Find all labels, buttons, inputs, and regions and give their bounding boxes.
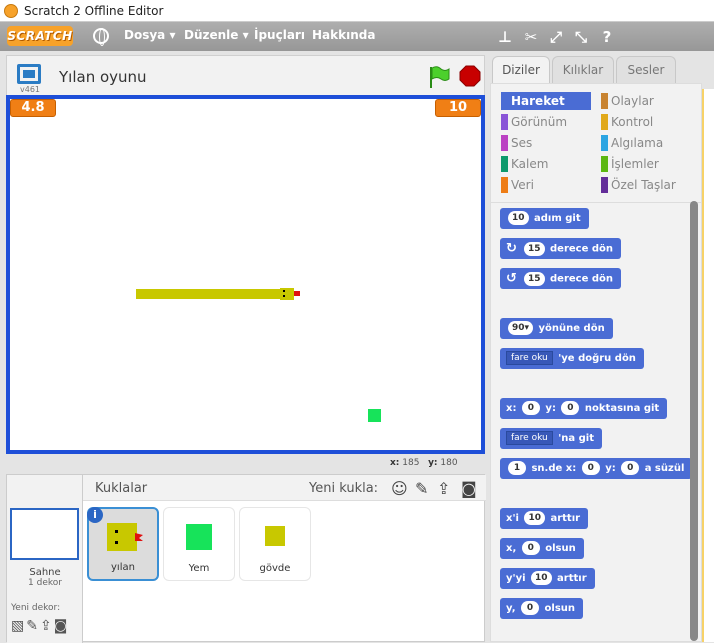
variable-monitor-right: 10 — [435, 99, 481, 117]
category-motion[interactable]: Hareket — [501, 92, 591, 110]
sprite-tile-yem[interactable]: Yem — [163, 507, 235, 581]
stage-header: v461 Yılan oyunu — [6, 55, 485, 95]
sprite-name: Yem — [188, 563, 210, 574]
block-point-direction[interactable]: 90▾ yönüne dön — [500, 318, 613, 339]
block-go-to[interactable]: fare oku 'na git — [500, 428, 602, 449]
stop-sign-icon[interactable] — [459, 65, 481, 87]
sprite-tile-govde[interactable]: gövde — [239, 507, 311, 581]
block-glide[interactable]: 1 sn.de x: 0 y: 0 a süzül — [500, 458, 693, 479]
blocks-pane: Diziler Kılıklar Sesler Hareket Görünüm … — [490, 51, 714, 642]
window-title: Scratch 2 Offline Editor — [24, 4, 164, 18]
sprites-header: Kuklalar Yeni kukla: ☺ ✎ ⇪ ◙ — [83, 475, 486, 501]
sprite-paint-icon[interactable]: ✎ — [415, 479, 428, 498]
green-flag-icon[interactable] — [427, 65, 451, 89]
menu-file[interactable]: Dosya ▾ — [124, 28, 175, 42]
stage-label: Sahne — [29, 567, 61, 578]
block-change-x[interactable]: x'i 10 arttır — [500, 508, 589, 529]
help-icon[interactable]: ? — [598, 28, 616, 46]
sprite-upload-icon[interactable]: ⇪ — [437, 479, 450, 498]
mouse-y-value: 180 — [440, 458, 458, 468]
window-titlebar: Scratch 2 Offline Editor — [0, 0, 714, 22]
stage-thumbnail[interactable] — [10, 508, 79, 560]
category-control[interactable]: Kontrol — [601, 113, 697, 131]
block-turn-left[interactable]: ↺ 15 derece dön — [500, 268, 622, 289]
category-pen[interactable]: Kalem — [501, 155, 591, 173]
delete-scissors-icon[interactable]: ✂ — [522, 28, 540, 46]
shrink-icon[interactable]: ⤡ — [572, 28, 590, 46]
category-data[interactable]: Veri — [501, 176, 591, 194]
sprite-tile-yilan[interactable]: i yılan — [87, 507, 159, 581]
sprites-title: Kuklalar — [95, 481, 148, 496]
tab-sounds[interactable]: Sesler — [616, 56, 676, 83]
food-thumbnail — [186, 524, 212, 550]
menubar: SCRATCH Dosya ▾ Düzenle ▾ İpuçları Hakkı… — [0, 22, 714, 51]
block-set-y[interactable]: y, 0 olsun — [500, 598, 584, 619]
blocks-palette: 10 adım git ↻ 15 derece dön ↺ 15 derece dö… — [490, 203, 702, 642]
grow-icon[interactable]: ⤢ — [547, 28, 565, 46]
menu-edit[interactable]: Düzenle ▾ — [184, 28, 249, 42]
project-title-field[interactable]: Yılan oyunu — [55, 66, 315, 88]
snake-head-sprite[interactable] — [280, 288, 294, 300]
palette-scrollbar[interactable] — [690, 201, 698, 641]
category-events[interactable]: Olaylar — [601, 92, 697, 110]
menu-tips[interactable]: İpuçları — [254, 28, 305, 42]
version-label: v461 — [20, 85, 41, 94]
new-backdrop-icons: ▧✎⇪◙ — [11, 618, 69, 634]
stage-column: Sahne 1 dekor Yeni dekor: ▧✎⇪◙ — [7, 475, 83, 643]
backdrop-upload-icon[interactable]: ⇪ — [40, 618, 54, 634]
info-icon[interactable]: i — [87, 507, 103, 523]
sprite-library-icon[interactable]: ☺ — [391, 479, 408, 498]
snake-body-sprite[interactable] — [136, 289, 282, 299]
scripts-area-edge[interactable] — [702, 89, 714, 642]
snake-tongue — [294, 291, 300, 296]
snake-head-thumbnail — [107, 523, 143, 551]
new-sprite-label: Yeni kukla: — [309, 481, 379, 496]
block-point-towards[interactable]: fare oku 'ye doğru dön — [500, 348, 644, 369]
tab-scripts[interactable]: Diziler — [492, 56, 550, 86]
rotate-left-icon: ↺ — [506, 271, 517, 286]
category-more-blocks[interactable]: Özel Taşlar — [601, 176, 697, 194]
category-looks[interactable]: Görünüm — [501, 113, 591, 131]
sprite-pane: Sahne 1 dekor Yeni dekor: ▧✎⇪◙ Kuklalar … — [6, 474, 486, 643]
stage-backdrop-count: 1 dekor — [28, 578, 62, 588]
food-sprite[interactable] — [368, 409, 381, 422]
scratch-cat-icon — [4, 4, 18, 18]
category-sensing[interactable]: Algılama — [601, 134, 697, 152]
backdrop-camera-icon[interactable]: ◙ — [54, 618, 70, 634]
duplicate-stamp-icon[interactable]: ⊥ — [496, 28, 514, 46]
rotate-right-icon: ↻ — [506, 241, 517, 256]
scratch-logo[interactable]: SCRATCH — [7, 26, 73, 46]
backdrop-library-icon[interactable]: ▧ — [11, 618, 26, 634]
fullscreen-icon[interactable] — [17, 64, 41, 84]
globe-icon[interactable] — [93, 28, 109, 46]
category-sound[interactable]: Ses — [501, 134, 591, 152]
sprite-name: yılan — [111, 562, 135, 573]
sprite-name: gövde — [259, 563, 291, 574]
block-move-steps[interactable]: 10 adım git — [500, 208, 589, 229]
block-turn-right[interactable]: ↻ 15 derece dön — [500, 238, 622, 259]
block-go-to-xy[interactable]: x: 0 y: 0 noktasına git — [500, 398, 668, 419]
block-change-y[interactable]: y'yi 10 arttır — [500, 568, 595, 589]
new-backdrop-label: Yeni dekor: — [11, 603, 61, 613]
backdrop-paint-icon[interactable]: ✎ — [26, 618, 40, 634]
mouse-coordinates: x: 185 y: 180 — [390, 458, 458, 468]
block-set-x[interactable]: x, 0 olsun — [500, 538, 584, 559]
menu-about[interactable]: Hakkında — [312, 28, 375, 42]
tab-costumes[interactable]: Kılıklar — [552, 56, 614, 83]
category-panel: Hareket Görünüm Ses Kalem Veri Olaylar K… — [490, 83, 702, 203]
category-operators[interactable]: İşlemler — [601, 155, 697, 173]
variable-monitor-left: 4.8 — [10, 99, 56, 117]
body-thumbnail — [265, 526, 285, 546]
mouse-x-value: 185 — [402, 458, 420, 468]
stage-canvas[interactable]: 4.8 10 — [6, 95, 485, 454]
sprite-camera-icon[interactable]: ◙ — [461, 479, 477, 498]
